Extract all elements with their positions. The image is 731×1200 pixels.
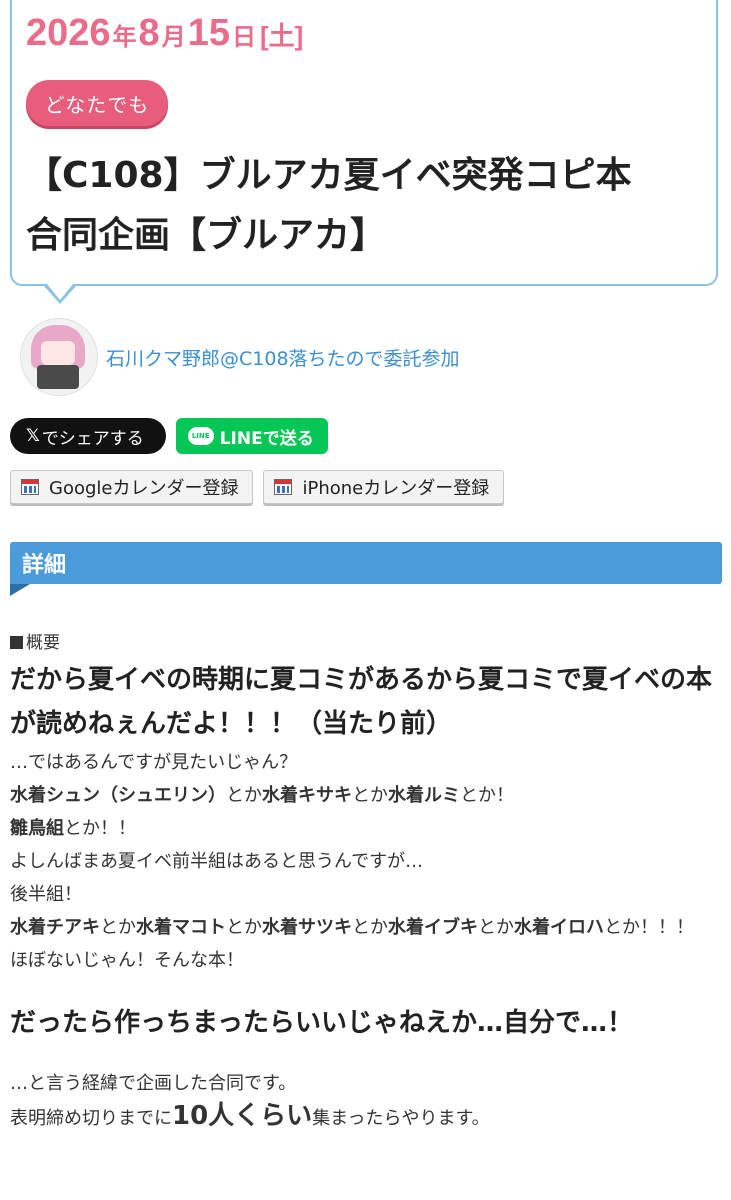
overview-label-text: 概要 [26, 633, 60, 653]
date-year: 2026 [26, 12, 111, 54]
date-month: 8 [138, 12, 160, 54]
overview-lead: だから夏イベの時期に夏コミがあるから夏コミで夏イベの本が読めねぇんだよ！！！（当… [10, 665, 713, 739]
body-line: 表明締め切りまでに10人くらい集まったらやります。 [10, 1101, 490, 1131]
iphone-calendar-label: iPhoneカレンダー登録 [302, 478, 490, 499]
x-share-label: でシェアする [41, 428, 144, 449]
author-name-link[interactable]: 石川クマ野郎@C108落ちたので委託参加 [106, 344, 460, 371]
section-header-flag [10, 584, 30, 596]
x-logo-icon: 𝕏 [26, 426, 40, 446]
share-row: 𝕏 でシェアする LINE LINEで送る [10, 418, 328, 454]
google-calendar-button[interactable]: Googleカレンダー登録 [10, 470, 254, 504]
date-day-unit: 日 [231, 24, 256, 51]
date-weekday: [土] [259, 21, 304, 51]
overview-label: 概要 [10, 630, 716, 656]
body-line: よしんばまあ夏イベ前半組はあると思うんですが… [10, 851, 424, 872]
body-line: …と言う経緯で企画した合同です。 [10, 1073, 297, 1094]
event-date: 2026年8月15日 [土] [26, 12, 303, 55]
x-share-button[interactable]: 𝕏 でシェアする [10, 418, 166, 454]
audience-badge: どなたでも [26, 80, 168, 126]
iphone-calendar-button[interactable]: iPhoneカレンダー登録 [263, 470, 505, 504]
line-share-label: LINEで送る [219, 428, 314, 449]
date-day: 15 [187, 12, 230, 54]
emphasis-line: だったら作っちまったらいいじゃねえか…自分で…！ [10, 1008, 633, 1038]
author-avatar[interactable] [20, 318, 98, 396]
date-month-unit: 月 [161, 24, 186, 51]
event-title: 【C108】ブルアカ夏イベ突発コピ本合同企画【ブルアカ】 [26, 155, 632, 256]
date-year-unit: 年 [112, 24, 137, 51]
body-line: 雛鳥組とか！！ [10, 818, 136, 839]
body-line: 水着シュン（シュエリン）とか水着キサキとか水着ルミとか！ [10, 785, 514, 806]
details-content: 概要 だから夏イベの時期に夏コミがあるから夏コミで夏イベの本が読めねぇんだよ！！… [10, 630, 716, 1135]
calendar-row: Googleカレンダー登録 iPhoneカレンダー登録 [10, 470, 505, 504]
body-line: 後半組！ [10, 884, 82, 905]
body-line: …ではあるんですが見たいじゃん？ [10, 752, 298, 773]
details-section-header: 詳細 [10, 542, 722, 584]
calendar-icon [21, 479, 39, 495]
calendar-icon [274, 479, 293, 495]
line-share-button[interactable]: LINE LINEで送る [175, 418, 328, 454]
body-line: 水着チアキとか水着マコトとか水着サツキとか水着イブキとか水着イロハとか！！！ [10, 917, 694, 938]
line-logo-icon: LINE [187, 427, 214, 445]
square-bullet-icon [10, 636, 23, 649]
card-pointer-fill [47, 284, 73, 300]
author-row[interactable]: 石川クマ野郎@C108落ちたので委託参加 [20, 318, 460, 396]
details-section-title: 詳細 [22, 553, 67, 578]
google-calendar-label: Googleカレンダー登録 [49, 478, 239, 499]
body-line: ほぼないじゃん！そんな本！ [10, 950, 244, 971]
